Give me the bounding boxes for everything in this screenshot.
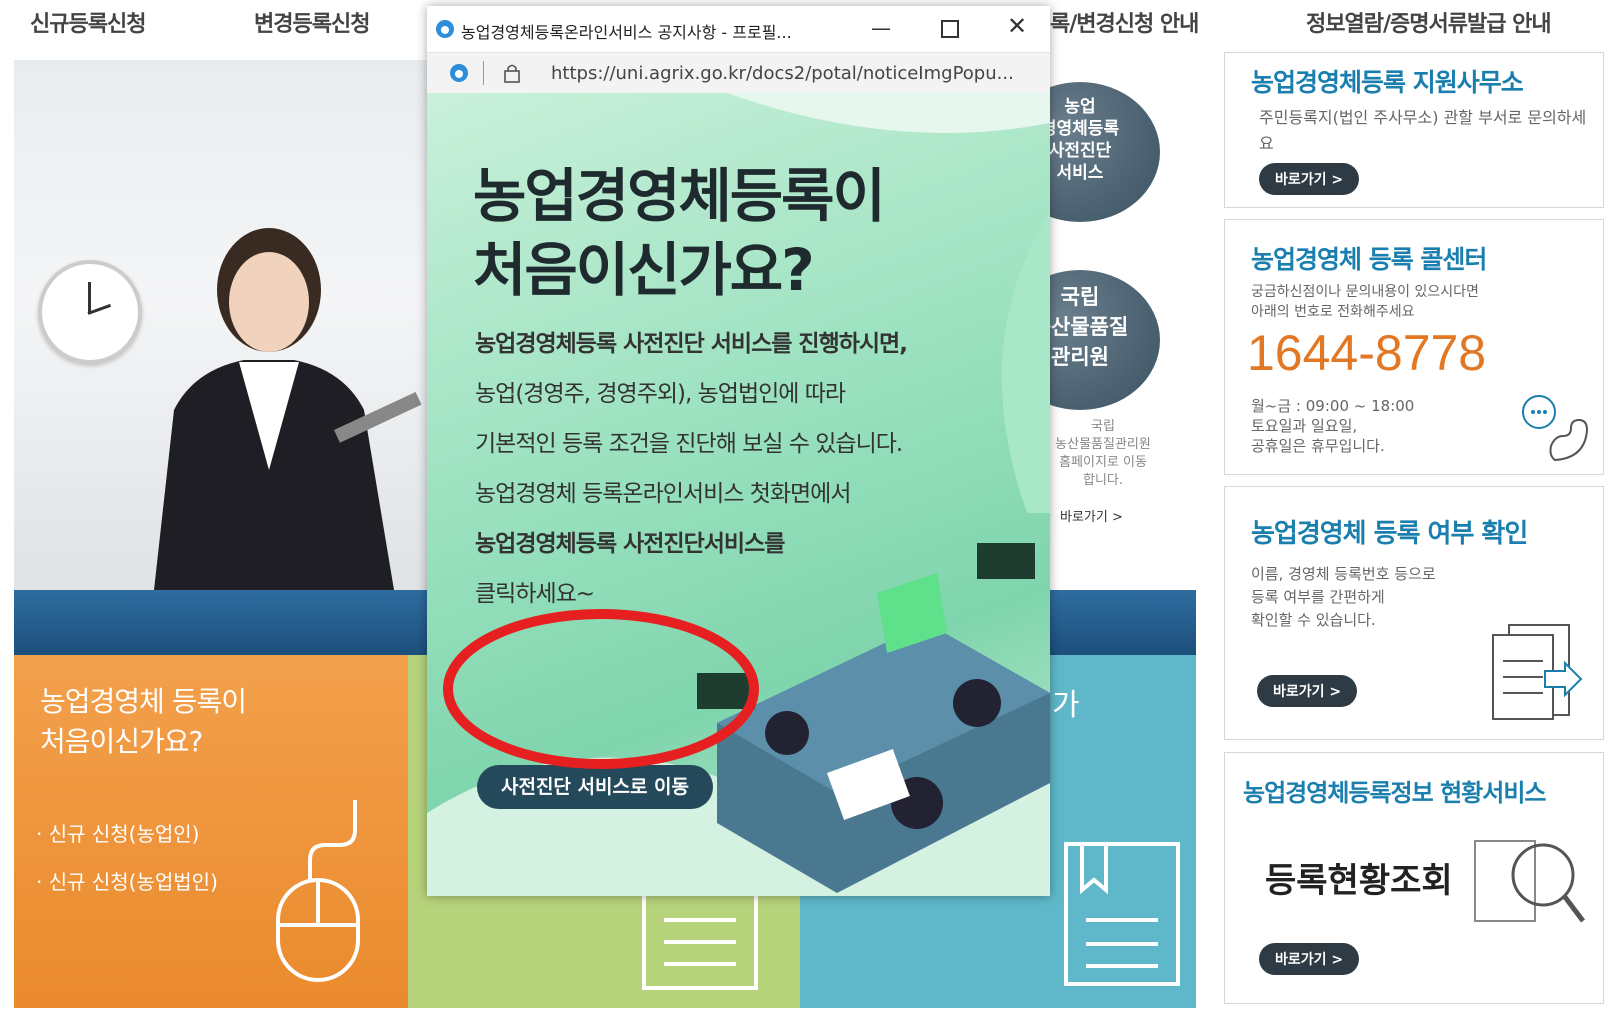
panel-call-center-desc: 궁금하신점이나 문의내용이 있으시다면 아래의 번호로 전화해주세요 [1251,284,1479,320]
panel-call-center: 농업경영체 등록 콜센터 궁금하신점이나 문의내용이 있으시다면 아래의 번호로… [1224,219,1604,475]
mouse-icon [276,800,360,982]
edge-browser-icon [450,64,468,82]
naqs-goto-link[interactable]: 바로가기 > [1060,506,1123,525]
registration-check-goto-button[interactable]: 바로가기 > [1257,675,1358,707]
document-check-icon [1492,624,1583,720]
hero-image [14,60,428,590]
magnifier-document-icon [1474,840,1585,923]
popup-titlebar[interactable]: 농업경영체등록온라인서비스 공지사항 - 프로필... — ✕ [427,6,1050,53]
registration-status-goto-button[interactable]: 바로가기 > [1259,943,1360,975]
card-new-applicant-title: 농업경영체 등록이 처음이신가요? [40,685,247,758]
minimize-icon[interactable]: — [871,16,891,40]
registration-status-label: 등록현황조회 [1265,861,1453,901]
naqs-description: 국립 농산물품질관리원 홈페이지로 이동 합니다. [1055,419,1151,488]
call-center-phone[interactable]: 1644-8778 [1247,324,1486,382]
address-divider [483,61,484,85]
person-illustration [154,228,422,590]
panel-registration-status-title: 농업경영체등록정보 현황서비스 [1243,779,1546,807]
panel-call-center-title: 농업경영체 등록 콜센터 [1251,245,1487,274]
phone-chat-icon [1522,395,1589,462]
popup-headline: 농업경영체등록이 처음이신가요? [473,162,886,304]
panel-support-office-desc: 주민등록지(법인 주사무소) 관할 부서로 문의하세요 [1259,108,1587,153]
panel-registration-status: 농업경영체등록정보 현황서비스 등록현황조회 바로가기 > [1224,752,1604,1004]
edge-browser-icon [436,20,454,38]
document-icon [642,882,758,990]
panel-registration-check-title: 농업경영체 등록 여부 확인 [1251,519,1528,549]
nav-change-registration[interactable]: 변경등록신청 [254,6,370,38]
panel-registration-check-desc: 이름, 경영체 등록번호 등으로 등록 여부를 간편하게 확인할 수 있습니다. [1251,565,1436,629]
close-icon[interactable]: ✕ [1007,12,1027,40]
clock-icon [38,260,142,364]
nav-new-registration[interactable]: 신규등록신청 [30,6,146,38]
support-office-goto-button[interactable]: 바로가기 > [1259,163,1360,195]
popup-notice-content: 농업경영체등록이 처음이신가요? 농업경영체등록 사전진단 서비스를 진행하시면… [427,93,1050,896]
popup-window-title: 농업경영체등록온라인서비스 공지사항 - 프로필... [461,23,792,42]
popup-address-bar[interactable]: https://uni.agrix.go.kr/docs2/potal/noti… [427,53,1050,94]
nav-registration-guide[interactable]: 록/변경신청 안내 [1050,6,1199,38]
panel-registration-check: 농업경영체 등록 여부 확인 이름, 경영체 등록번호 등으로 등록 여부를 간… [1224,486,1604,740]
nav-info-certificate-guide[interactable]: 정보열람/증명서류발급 안내 [1306,6,1552,38]
popup-url[interactable]: https://uni.agrix.go.kr/docs2/potal/noti… [551,63,1014,84]
panel-support-office-title: 농업경영체등록 지원사무소 [1251,68,1524,97]
panel-support-office: 농업경영체등록 지원사무소 주민등록지(법인 주사무소) 관할 부서로 문의하세… [1224,52,1604,208]
card-teal-title: 가 [1052,688,1080,723]
annotation-ellipse [443,609,759,769]
bookmark-document-icon [1064,842,1180,986]
list-item[interactable]: · 신규 신청(농업법인) [36,858,218,906]
maximize-icon[interactable] [941,20,959,38]
list-item[interactable]: · 신규 신청(농업인) [36,810,218,858]
lock-icon [504,64,520,83]
call-center-hours: 월~금 : 09:00 ~ 18:00 토요일과 일요일, 공휴일은 휴무입니다… [1251,397,1415,455]
card-new-applicant-list: · 신규 신청(농업인) · 신규 신청(농업법인) [36,810,218,906]
